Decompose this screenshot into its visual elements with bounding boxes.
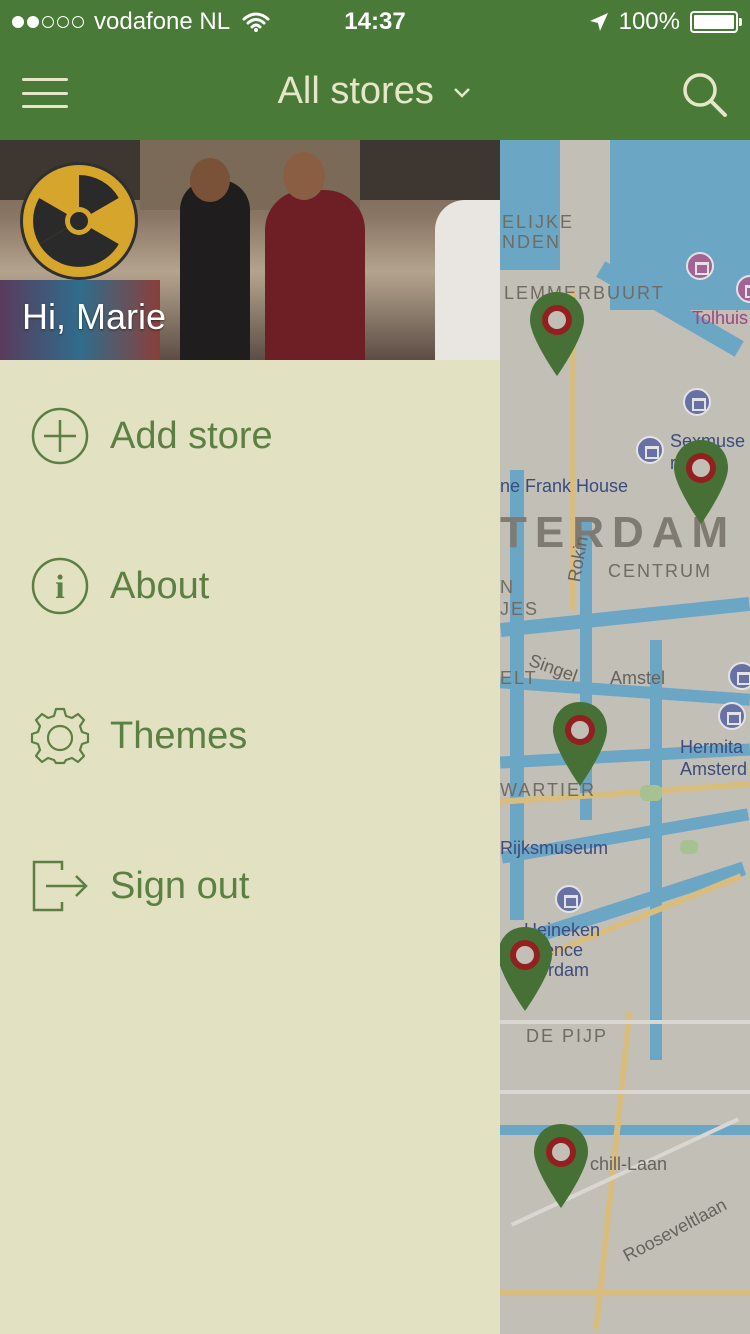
status-right: 100%	[589, 8, 742, 36]
menu-item-sign-out[interactable]: Sign out	[0, 831, 500, 941]
battery-icon	[690, 11, 742, 33]
location-arrow-icon	[589, 13, 608, 31]
store-filter-dropdown[interactable]: All stores	[0, 70, 750, 113]
menu-item-themes[interactable]: Themes	[0, 681, 500, 791]
menu-item-add-store[interactable]: Add store	[0, 381, 500, 491]
side-drawer: Hi, Marie Add store i About Themes Sign …	[0, 140, 500, 1334]
menu-item-label: Sign out	[110, 864, 250, 907]
search-icon[interactable]	[680, 70, 728, 118]
nav-title: All stores	[277, 70, 434, 112]
map-dim-overlay[interactable]	[500, 140, 750, 1334]
menu-item-label: About	[110, 564, 210, 607]
menu-item-about[interactable]: i About	[0, 531, 500, 641]
user-greeting: Hi, Marie	[22, 296, 167, 337]
profile-header-photo: Hi, Marie	[0, 140, 500, 360]
avatar[interactable]	[20, 162, 138, 280]
chevron-down-icon	[454, 88, 471, 98]
sign-out-icon	[32, 860, 88, 912]
menu-item-label: Themes	[110, 714, 248, 757]
add-circle-icon	[31, 407, 89, 465]
gear-icon	[30, 707, 90, 765]
status-bar: vodafone NL 14:37 100%	[0, 0, 750, 40]
info-icon: i	[31, 557, 89, 615]
battery-percent: 100%	[618, 8, 680, 35]
menu-item-label: Add store	[110, 414, 273, 457]
navigation-bar: All stores	[0, 40, 750, 140]
radiation-icon	[25, 167, 133, 275]
svg-text:i: i	[55, 569, 64, 606]
map-view[interactable]: ELIJKE NDEN LEMMERBUURT Tolhuis Sexmuse …	[500, 140, 750, 1334]
